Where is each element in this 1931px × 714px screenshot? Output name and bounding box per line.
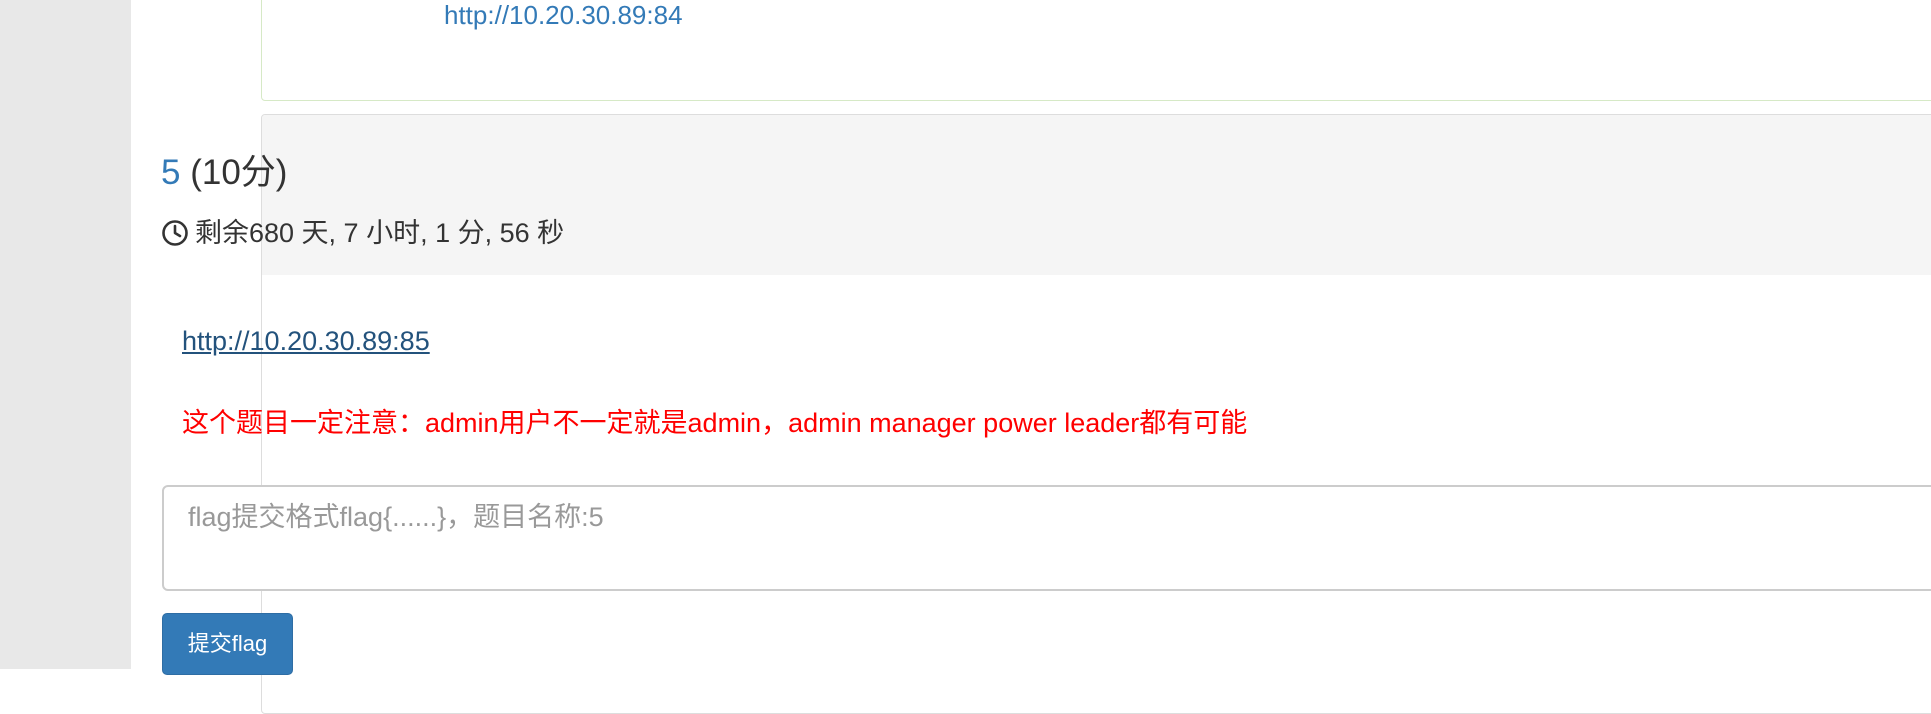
challenge-panel-heading: [262, 115, 1931, 275]
challenge-link[interactable]: http://10.20.30.89:85: [182, 325, 430, 357]
challenge-title: 5 (10分): [161, 153, 287, 193]
clock-icon: [161, 219, 189, 247]
countdown-timer: 剩余680 天, 7 小时, 1 分, 56 秒: [161, 217, 564, 249]
flag-input[interactable]: [162, 485, 1931, 591]
previous-challenge-panel: http://10.20.30.89:84: [261, 0, 1931, 101]
submit-flag-button[interactable]: 提交flag: [162, 613, 293, 675]
challenge-number[interactable]: 5: [161, 153, 180, 192]
previous-challenge-link[interactable]: http://10.20.30.89:84: [444, 2, 683, 28]
timer-text: 剩余680 天, 7 小时, 1 分, 56 秒: [195, 218, 565, 248]
challenge-points: (10分): [190, 153, 288, 192]
challenge-notice: 这个题目一定注意：admin用户不一定就是admin，admin manager…: [182, 408, 1248, 438]
left-gutter: [0, 0, 131, 669]
